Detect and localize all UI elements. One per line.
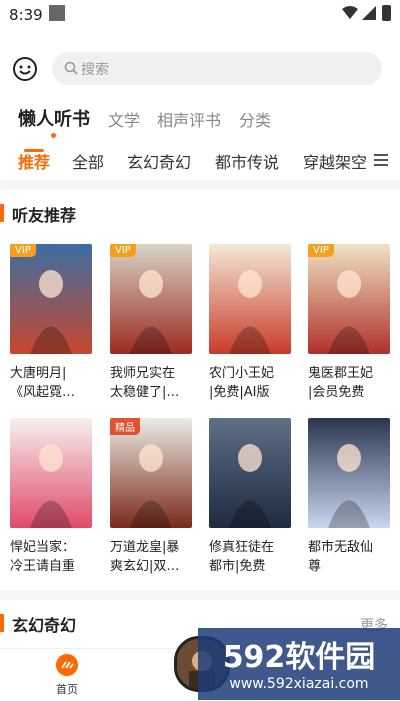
section-accent-bar xyxy=(0,614,4,632)
book-title[interactable]: 农门小王妃 |免费|AI版 xyxy=(209,364,295,402)
tab-lanren[interactable]: 懒人听书 xyxy=(18,105,90,131)
book-badge: VIP xyxy=(10,244,36,257)
section-listener-picks: 听友推荐 VIP 大唐明月| 《风起霓… VIP 我师兄实在太稳健了|… 农门小王妃 |免费… xyxy=(0,190,400,590)
section-accent-bar xyxy=(0,204,4,222)
active-tab-dot xyxy=(51,133,56,138)
profile-smiley-icon[interactable] xyxy=(12,56,38,82)
book-title[interactable]: 修真狂徒在都市|免费 xyxy=(209,538,295,576)
cover-art xyxy=(209,418,291,528)
book-title-line1: 万道龙皇|暴 xyxy=(110,540,180,555)
active-tab-underline xyxy=(24,149,44,152)
book-title-line1: 大唐明月| xyxy=(10,366,67,381)
status-time: 8:39 xyxy=(9,6,43,24)
book-title-line1: 修真狂徒在 xyxy=(209,540,275,555)
cat-tab-fantasy[interactable]: 玄幻奇幻 xyxy=(127,149,191,173)
status-bar: 8:39 xyxy=(0,0,400,30)
nav-home-label[interactable]: 首页 xyxy=(56,681,78,697)
book-cover[interactable] xyxy=(308,418,390,528)
section-header: 听友推荐 xyxy=(0,190,400,234)
book-cover[interactable]: VIP xyxy=(110,244,192,354)
tab-crosstalk[interactable]: 相声评书 xyxy=(157,107,221,131)
book-title-line2: 尊 xyxy=(308,559,322,574)
cover-art xyxy=(10,418,92,528)
signal-icon xyxy=(362,6,376,20)
cat-tab-urban[interactable]: 都市传说 xyxy=(215,149,279,173)
battery-icon xyxy=(382,5,391,21)
book-title[interactable]: 都市无敌仙尊 xyxy=(308,538,394,576)
menu-icon[interactable] xyxy=(372,151,390,169)
search-placeholder: 搜索 xyxy=(81,62,109,78)
book-cover[interactable] xyxy=(10,418,92,528)
book-title[interactable]: 万道龙皇|暴 爽玄幻|双… xyxy=(110,538,196,576)
book-badge: VIP xyxy=(308,244,334,257)
book-title-line1: 我师兄实在 xyxy=(110,366,176,381)
book-title-line2: 太稳健了|… xyxy=(110,385,180,400)
book-title-line1: 农门小王妃 xyxy=(209,366,275,381)
watermark-logo: 592软件园 www.592xiazai.com xyxy=(198,628,400,700)
book-title-line2: 《风起霓… xyxy=(10,385,76,400)
watermark-brand: 592软件园 xyxy=(222,640,376,675)
book-title[interactable]: 鬼医郡王妃 |会员免费 xyxy=(308,364,394,402)
book-cover[interactable] xyxy=(209,244,291,354)
cover-art xyxy=(10,244,92,354)
search-input[interactable]: 搜索 xyxy=(52,52,382,85)
watermark-url: www.592xiazai.com xyxy=(229,676,369,692)
cat-tab-recommend[interactable]: 推荐 xyxy=(18,149,50,173)
book-title-line2: 都市|免费 xyxy=(209,559,266,574)
book-cover[interactable]: VIP xyxy=(308,244,390,354)
home-icon[interactable] xyxy=(56,654,78,676)
cover-art xyxy=(308,244,390,354)
section-title: 玄幻奇幻 xyxy=(12,616,77,635)
book-title-line1: 都市无敌仙 xyxy=(308,540,374,555)
book-title-line1: 悍妃当家： xyxy=(10,540,76,555)
cover-art xyxy=(209,244,291,354)
category-tabs: 推荐 全部 玄幻奇幻 都市传说 穿越架空 xyxy=(0,147,400,180)
book-title[interactable]: 悍妃当家： 冷王请自重 xyxy=(10,538,96,576)
book-cover[interactable]: VIP xyxy=(10,244,92,354)
book-title-line1: 鬼医郡王妃 xyxy=(308,366,374,381)
book-title-line2: 冷王请自重 xyxy=(10,559,76,574)
book-title[interactable]: 我师兄实在太稳健了|… xyxy=(110,364,196,402)
cover-art xyxy=(308,418,390,528)
search-icon xyxy=(64,61,78,75)
cat-tab-all[interactable]: 全部 xyxy=(72,149,104,173)
wifi-icon xyxy=(342,6,358,19)
header: 搜索 懒人听书 文学 相声评书 分类 推荐 全部 玄幻奇幻 都市传说 穿越架空 xyxy=(0,30,400,180)
tab-category[interactable]: 分类 xyxy=(239,107,271,131)
book-title[interactable]: 大唐明月| 《风起霓… xyxy=(10,364,96,402)
book-badge: VIP xyxy=(110,244,136,257)
book-title-line2: 爽玄幻|双… xyxy=(110,559,180,574)
cat-tab-time-travel[interactable]: 穿越架空 xyxy=(303,149,367,173)
section-title: 听友推荐 xyxy=(12,206,77,225)
cover-art xyxy=(110,244,192,354)
tab-literature[interactable]: 文学 xyxy=(108,107,140,131)
book-cover[interactable]: 精品 xyxy=(110,418,192,528)
book-badge: 精品 xyxy=(110,418,140,435)
book-cover[interactable] xyxy=(209,418,291,528)
book-title-line2: |免费|AI版 xyxy=(209,385,270,400)
book-title-line2: |会员免费 xyxy=(308,385,365,400)
notification-icon xyxy=(49,5,65,21)
